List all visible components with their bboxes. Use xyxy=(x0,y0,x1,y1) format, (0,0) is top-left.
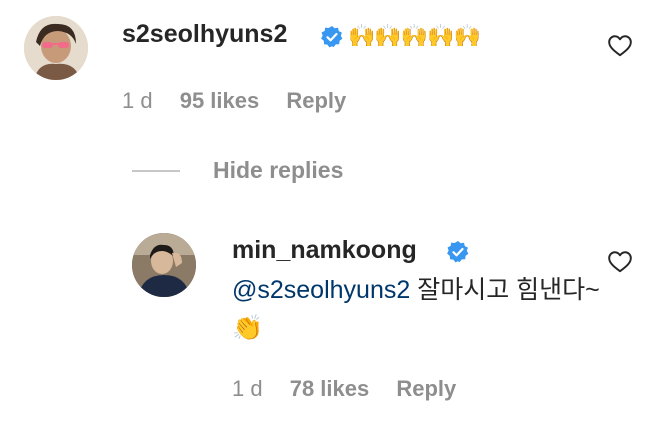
reply-text: @s2seolhyuns2 잘마시고 힘낸다~👏 xyxy=(232,271,602,347)
reply-reply-button[interactable]: Reply xyxy=(396,376,456,401)
comment-likes-count[interactable]: 95 likes xyxy=(180,88,260,113)
hide-replies-button[interactable]: Hide replies xyxy=(213,157,343,184)
replies-divider xyxy=(132,170,180,172)
reply-username[interactable]: min_namkoong xyxy=(232,236,417,265)
reply-timestamp: 1 d xyxy=(232,376,263,401)
reply-avatar-image xyxy=(132,233,196,297)
comment-text: 🙌🙌🙌🙌🙌 xyxy=(348,24,481,49)
heart-icon[interactable] xyxy=(607,249,633,275)
reply-likes-count[interactable]: 78 likes xyxy=(290,376,370,401)
verified-badge-icon xyxy=(447,241,469,263)
reply-meta: 1 d 78 likes Reply xyxy=(232,376,477,402)
comment-timestamp: 1 d xyxy=(122,88,153,113)
reply-avatar[interactable] xyxy=(132,233,196,297)
comment-meta: 1 d 95 likes Reply xyxy=(122,88,367,114)
avatar[interactable] xyxy=(24,16,88,80)
comment-username[interactable]: s2seolhyuns2 xyxy=(122,20,287,49)
avatar-image xyxy=(24,16,88,80)
heart-icon[interactable] xyxy=(607,33,633,59)
verified-badge-icon xyxy=(321,26,343,48)
comment-reply-button[interactable]: Reply xyxy=(286,88,346,113)
mention-link[interactable]: @s2seolhyuns2 xyxy=(232,276,410,304)
